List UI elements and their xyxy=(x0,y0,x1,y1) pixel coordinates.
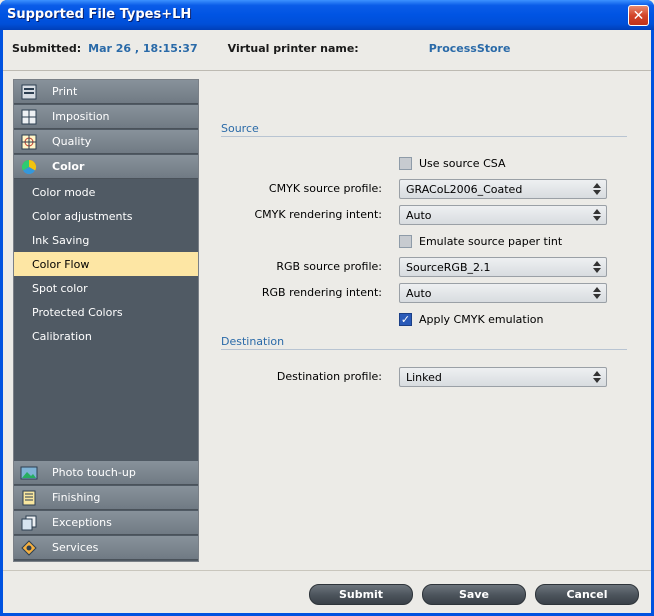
exceptions-icon xyxy=(20,515,38,531)
divider xyxy=(3,70,651,71)
apply-cmyk-emulation-checkbox[interactable]: ✓ Apply CMYK emulation xyxy=(399,313,543,326)
sidebar-item-label: Services xyxy=(52,541,99,554)
cmyk-source-profile-label: CMYK source profile: xyxy=(268,182,382,195)
select-value: Auto xyxy=(406,286,432,300)
close-icon: ✕ xyxy=(632,7,645,24)
sidebar-item-label: Color xyxy=(52,160,85,173)
printer-name-label: Virtual printer name: xyxy=(227,41,359,55)
select-value: SourceRGB_2.1 xyxy=(406,260,491,274)
rgb-rendering-intent-select[interactable]: Auto xyxy=(399,283,607,303)
services-icon xyxy=(20,539,38,556)
cmyk-rendering-intent-label: CMYK rendering intent: xyxy=(254,208,383,221)
window-title: Supported File Types+LH xyxy=(7,7,192,22)
sidebar-item-services[interactable]: Services xyxy=(14,536,198,560)
color-flow-panel: Source Use source CSA CMYK source profil… xyxy=(209,79,641,562)
source-divider xyxy=(221,136,627,137)
cmyk-source-profile-select[interactable]: GRACoL2006_Coated xyxy=(399,179,607,199)
sidebar-item-print[interactable]: Print xyxy=(14,80,198,104)
sidebar-subitem-color-mode[interactable]: Color mode xyxy=(14,180,198,204)
printer-name-value: ProcessStore xyxy=(428,41,511,55)
sidebar-subitem-color-flow[interactable]: Color Flow xyxy=(14,252,198,276)
submitted-label: Submitted: xyxy=(12,41,82,55)
sidebar-subitem-color-adjustments[interactable]: Color adjustments xyxy=(14,204,198,228)
title-bar[interactable]: Supported File Types+LH ✕ xyxy=(0,0,654,30)
close-button[interactable]: ✕ xyxy=(628,5,649,26)
rgb-rendering-intent-label: RGB rendering intent: xyxy=(261,286,382,299)
sidebar-item-label: Finishing xyxy=(52,491,101,504)
sidebar-item-photo-touch-up[interactable]: Photo touch-up xyxy=(14,461,198,485)
sidebar-subitem-spot-color[interactable]: Spot color xyxy=(14,276,198,300)
source-section-title: Source xyxy=(221,122,259,135)
checkbox-label: Apply CMYK emulation xyxy=(419,313,544,326)
sidebar-item-exceptions[interactable]: Exceptions xyxy=(14,511,198,535)
updown-arrows-icon xyxy=(593,209,601,221)
sidebar-item-label: Exceptions xyxy=(52,516,112,529)
submitted-value: Mar 26 , 18:15:37 xyxy=(88,41,198,55)
checkbox-label: Use source CSA xyxy=(419,157,506,170)
destination-section-title: Destination xyxy=(221,335,285,348)
destination-profile-select[interactable]: Linked xyxy=(399,367,607,387)
sidebar-item-imposition[interactable]: Imposition xyxy=(14,105,198,129)
rgb-source-profile-select[interactable]: SourceRGB_2.1 xyxy=(399,257,607,277)
dialog-body: Submitted: Mar 26 , 18:15:37 Virtual pri… xyxy=(3,30,651,613)
updown-arrows-icon xyxy=(593,183,601,195)
select-value: Linked xyxy=(406,370,442,384)
checkbox-box[interactable]: ✓ xyxy=(399,313,412,326)
photo-icon xyxy=(20,465,38,481)
sidebar-item-label: Quality xyxy=(52,135,92,148)
sidebar-item-finishing[interactable]: Finishing xyxy=(14,486,198,510)
sidebar-item-label: Print xyxy=(52,85,78,98)
checkbox-box[interactable] xyxy=(399,235,412,248)
sidebar: Print Imposition Quality Color Color mod… xyxy=(13,79,199,562)
destination-divider xyxy=(221,349,627,350)
imposition-icon xyxy=(20,109,38,125)
updown-arrows-icon xyxy=(593,371,601,383)
color-wheel-icon xyxy=(20,159,38,175)
use-source-csa-checkbox[interactable]: Use source CSA xyxy=(399,157,505,170)
checkbox-box[interactable] xyxy=(399,157,412,170)
print-icon xyxy=(20,84,38,100)
quality-icon xyxy=(20,134,38,150)
updown-arrows-icon xyxy=(593,261,601,273)
sidebar-item-quality[interactable]: Quality xyxy=(14,130,198,154)
save-button[interactable]: Save xyxy=(422,584,526,605)
submit-button[interactable]: Submit xyxy=(309,584,413,605)
sidebar-item-label: Photo touch-up xyxy=(52,466,136,479)
emulate-paper-tint-checkbox[interactable]: Emulate source paper tint xyxy=(399,235,562,248)
sidebar-subitem-calibration[interactable]: Calibration xyxy=(14,324,198,348)
sidebar-subitem-ink-saving[interactable]: Ink Saving xyxy=(14,228,198,252)
sidebar-item-label: Imposition xyxy=(52,110,110,123)
job-info-bar: Submitted: Mar 26 , 18:15:37 Virtual pri… xyxy=(3,30,651,66)
cmyk-rendering-intent-select[interactable]: Auto xyxy=(399,205,607,225)
button-bar: Submit Save Cancel xyxy=(3,570,651,613)
dialog-window: Supported File Types+LH ✕ Submitted: Mar… xyxy=(0,0,654,616)
rgb-source-profile-label: RGB source profile: xyxy=(276,260,382,273)
select-value: GRACoL2006_Coated xyxy=(406,182,523,196)
select-value: Auto xyxy=(406,208,432,222)
destination-profile-label: Destination profile: xyxy=(276,370,382,383)
sidebar-item-color[interactable]: Color xyxy=(14,155,198,179)
finishing-icon xyxy=(20,490,38,506)
sidebar-subitem-protected-colors[interactable]: Protected Colors xyxy=(14,300,198,324)
updown-arrows-icon xyxy=(593,287,601,299)
checkbox-label: Emulate source paper tint xyxy=(419,235,563,248)
cancel-button[interactable]: Cancel xyxy=(535,584,639,605)
